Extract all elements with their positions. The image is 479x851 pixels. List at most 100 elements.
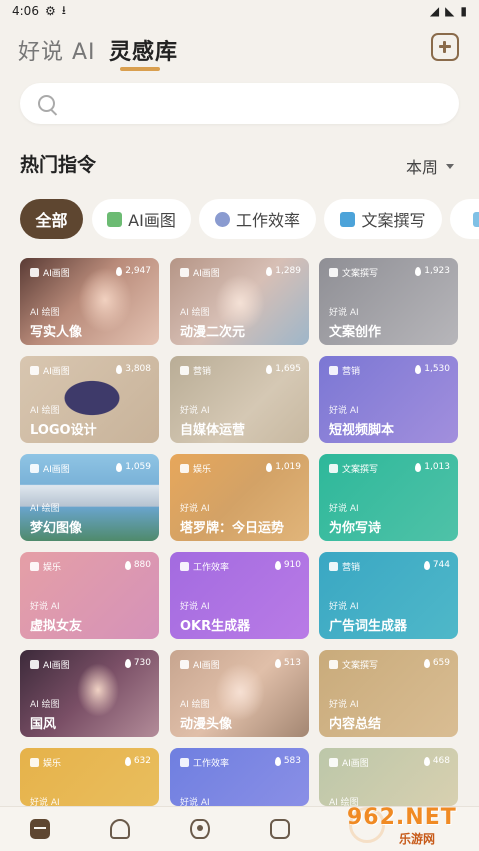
card-subtitle: 好说 AI <box>180 504 210 514</box>
card-tag: 娱乐 <box>30 756 61 769</box>
card-count-value: 1,013 <box>424 462 450 472</box>
card-subtitle: 好说 AI <box>329 308 359 318</box>
card-title: 塔罗牌：今日运势 <box>180 521 285 536</box>
settings-icon: ⚙ <box>44 4 56 18</box>
chip-productivity[interactable]: 工作效率 <box>199 199 316 239</box>
search-icon <box>38 95 55 112</box>
card-tag: 工作效率 <box>180 756 229 769</box>
card-count-value: 910 <box>283 560 301 570</box>
card-fantasy[interactable]: AI画图 1,059 AI 绘图 梦幻图像 <box>20 454 159 541</box>
search-bar[interactable] <box>20 83 459 124</box>
card-title: 自媒体运营 <box>180 423 246 438</box>
card-poetry[interactable]: 文案撰写 1,013 好说 AI 为你写诗 <box>319 454 458 541</box>
card-entertainment[interactable]: 娱乐 632 好说 AI <box>20 748 159 806</box>
card-tag-label: AI画图 <box>193 269 220 279</box>
card-okr[interactable]: 工作效率 910 好说 AI OKR生成器 <box>170 552 309 639</box>
card-title: 文案创作 <box>329 325 382 340</box>
bolt-icon <box>180 562 189 571</box>
card-tag: AI画图 <box>180 658 220 671</box>
card-guofeng[interactable]: AI画图 730 AI 绘图 国风 <box>20 650 159 737</box>
card-count-value: 632 <box>133 756 151 766</box>
card-anime-avatar[interactable]: AI画图 513 AI 绘图 动漫头像 <box>170 650 309 737</box>
card-title: 国风 <box>30 717 57 732</box>
header: 好说 AI 灵感库 <box>18 30 461 71</box>
period-label: 本周 <box>405 158 438 177</box>
card-ai-drawing[interactable]: AI画图 468 AI 绘图 <box>319 748 458 806</box>
card-self-media[interactable]: 营销 1,695 好说 AI 自媒体运营 <box>170 356 309 443</box>
chip-all[interactable]: 全部 <box>20 199 83 239</box>
card-copy-creation[interactable]: 文案撰写 1,923 好说 AI 文案创作 <box>319 258 458 345</box>
card-count: 468 <box>423 756 450 766</box>
card-virtual-girlfriend[interactable]: 娱乐 880 好说 AI 虚拟女友 <box>20 552 159 639</box>
card-count-value: 880 <box>133 560 151 570</box>
card-count-value: 1,695 <box>275 364 301 374</box>
chip-copywriting[interactable]: 文案撰写 <box>324 199 442 239</box>
card-summary[interactable]: 文案撰写 659 好说 AI 内容总结 <box>319 650 458 737</box>
card-ad-slogan[interactable]: 营销 744 好说 AI 广告词生成器 <box>319 552 458 639</box>
category-chips: 全部 AI画图 工作效率 文案撰写 <box>20 199 479 239</box>
face-icon[interactable] <box>270 819 290 839</box>
tab-inspiration[interactable]: 灵感库 <box>109 34 178 66</box>
fire-icon <box>116 266 123 276</box>
chip-ai-drawing[interactable]: AI画图 <box>92 199 191 239</box>
image-icon <box>180 268 189 277</box>
chip-label: AI画图 <box>128 211 176 230</box>
card-tag: 文案撰写 <box>329 462 378 475</box>
people-icon[interactable] <box>110 819 130 839</box>
card-subtitle: AI 绘图 <box>180 700 210 710</box>
card-subtitle: 好说 AI <box>329 406 359 416</box>
pen-icon <box>329 660 338 669</box>
card-count: 659 <box>423 658 450 668</box>
card-tag: 工作效率 <box>180 560 229 573</box>
card-logo-design[interactable]: AI画图 3,808 AI 绘图 LOGO设计 <box>20 356 159 443</box>
chat-icon[interactable] <box>30 819 50 839</box>
card-tag-label: AI画图 <box>342 759 369 769</box>
card-productivity[interactable]: 工作效率 583 好说 AI <box>170 748 309 806</box>
card-tag-label: 文案撰写 <box>342 465 379 475</box>
card-realistic-portrait[interactable]: AI画图 2,947 AI 绘图 写实人像 <box>20 258 159 345</box>
chip-label: 全部 <box>35 211 68 230</box>
image-icon <box>30 660 39 669</box>
card-title: 短视频脚本 <box>329 423 395 438</box>
card-title: 内容总结 <box>329 717 382 732</box>
card-tag-label: 文案撰写 <box>342 269 379 279</box>
card-count: 2,947 <box>116 266 151 276</box>
fire-icon <box>116 462 123 472</box>
card-tag: 营销 <box>329 364 360 377</box>
card-tag-label: 营销 <box>342 367 361 377</box>
card-count: 1,059 <box>116 462 151 472</box>
card-subtitle: AI 绘图 <box>30 700 60 710</box>
card-tag-label: AI画图 <box>43 269 70 279</box>
tab-haoshuo-ai[interactable]: 好说 AI <box>18 34 96 66</box>
add-button[interactable] <box>431 33 459 61</box>
card-tag-label: 娱乐 <box>43 759 62 769</box>
eye-icon[interactable] <box>190 819 210 839</box>
chip-label: 文案撰写 <box>361 211 426 230</box>
period-dropdown[interactable]: 本周 <box>406 154 454 178</box>
card-tag: AI画图 <box>180 266 220 279</box>
megaphone-icon <box>329 366 338 375</box>
card-subtitle: 好说 AI <box>180 798 210 806</box>
card-count: 1,530 <box>415 364 450 374</box>
megaphone-icon <box>180 366 189 375</box>
fire-icon <box>415 462 422 472</box>
card-subtitle: 好说 AI <box>329 504 359 514</box>
image-icon <box>30 268 39 277</box>
card-tarot[interactable]: 娱乐 1,019 好说 AI 塔罗牌：今日运势 <box>170 454 309 541</box>
card-tag: 娱乐 <box>30 560 61 573</box>
card-short-video[interactable]: 营销 1,530 好说 AI 短视频脚本 <box>319 356 458 443</box>
chip-more[interactable] <box>450 199 479 239</box>
card-title: 为你写诗 <box>329 521 382 536</box>
fire-icon <box>266 364 273 374</box>
card-title: 梦幻图像 <box>30 521 83 536</box>
card-tag: 营销 <box>329 560 360 573</box>
fire-icon <box>423 560 430 570</box>
bolt-icon <box>214 211 230 227</box>
chip-label: 工作效率 <box>235 211 300 230</box>
fire-icon <box>266 266 273 276</box>
pen-icon <box>329 268 338 277</box>
card-count: 3,808 <box>116 364 151 374</box>
card-tag: 文案撰写 <box>329 266 378 279</box>
watermark-bottom: 乐游网 <box>399 832 436 846</box>
card-anime[interactable]: AI画图 1,289 AI 绘图 动漫二次元 <box>170 258 309 345</box>
